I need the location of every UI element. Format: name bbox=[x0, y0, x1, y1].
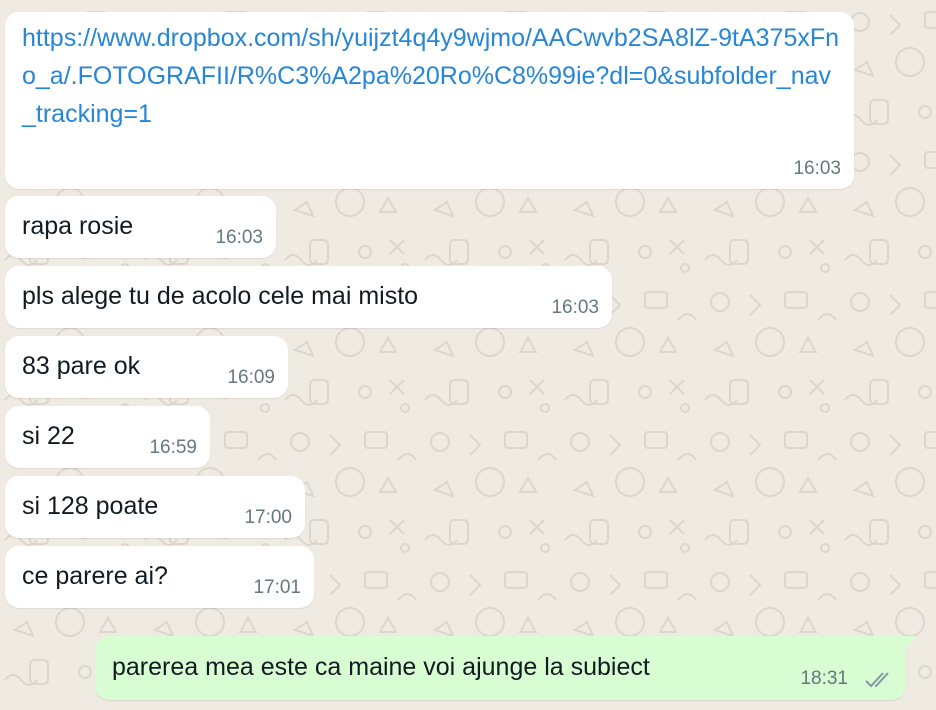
message-time: 17:01 bbox=[253, 577, 301, 598]
message-time: 16:09 bbox=[227, 367, 275, 388]
message-link[interactable]: https://www.dropbox.com/sh/yuijzt4q4y9wj… bbox=[5, 12, 842, 133]
message-text: parerea mea este ca maine voi ajunge la … bbox=[112, 653, 650, 681]
message-bubble[interactable]: rapa rosie 16:03 bbox=[5, 196, 276, 258]
message-text: pls alege tu de acolo cele mai misto bbox=[22, 282, 419, 310]
message-time: 16:59 bbox=[149, 437, 197, 458]
message-bubble-outgoing[interactable]: parerea mea este ca maine voi ajunge la … bbox=[95, 636, 916, 700]
message-time: 17:00 bbox=[244, 507, 292, 528]
bubble-tail bbox=[902, 636, 916, 652]
message-time: 16:03 bbox=[793, 158, 841, 179]
double-check-icon bbox=[865, 672, 889, 688]
message-bubble[interactable]: ce parere ai? 17:01 bbox=[5, 546, 314, 608]
message-time: 18:31 bbox=[800, 668, 848, 689]
message-bubble[interactable]: si 22 16:59 bbox=[5, 406, 210, 468]
message-bubble[interactable]: pls alege tu de acolo cele mai misto 16:… bbox=[5, 266, 612, 328]
message-bubble[interactable]: si 128 poate 17:00 bbox=[5, 476, 305, 538]
message-bubble[interactable]: https://www.dropbox.com/sh/yuijzt4q4y9wj… bbox=[5, 12, 854, 189]
message-list[interactable]: https://www.dropbox.com/sh/yuijzt4q4y9wj… bbox=[0, 0, 936, 710]
message-time: 16:03 bbox=[215, 227, 263, 248]
message-time: 16:03 bbox=[551, 297, 599, 318]
message-bubble[interactable]: 83 pare ok 16:09 bbox=[5, 336, 288, 398]
